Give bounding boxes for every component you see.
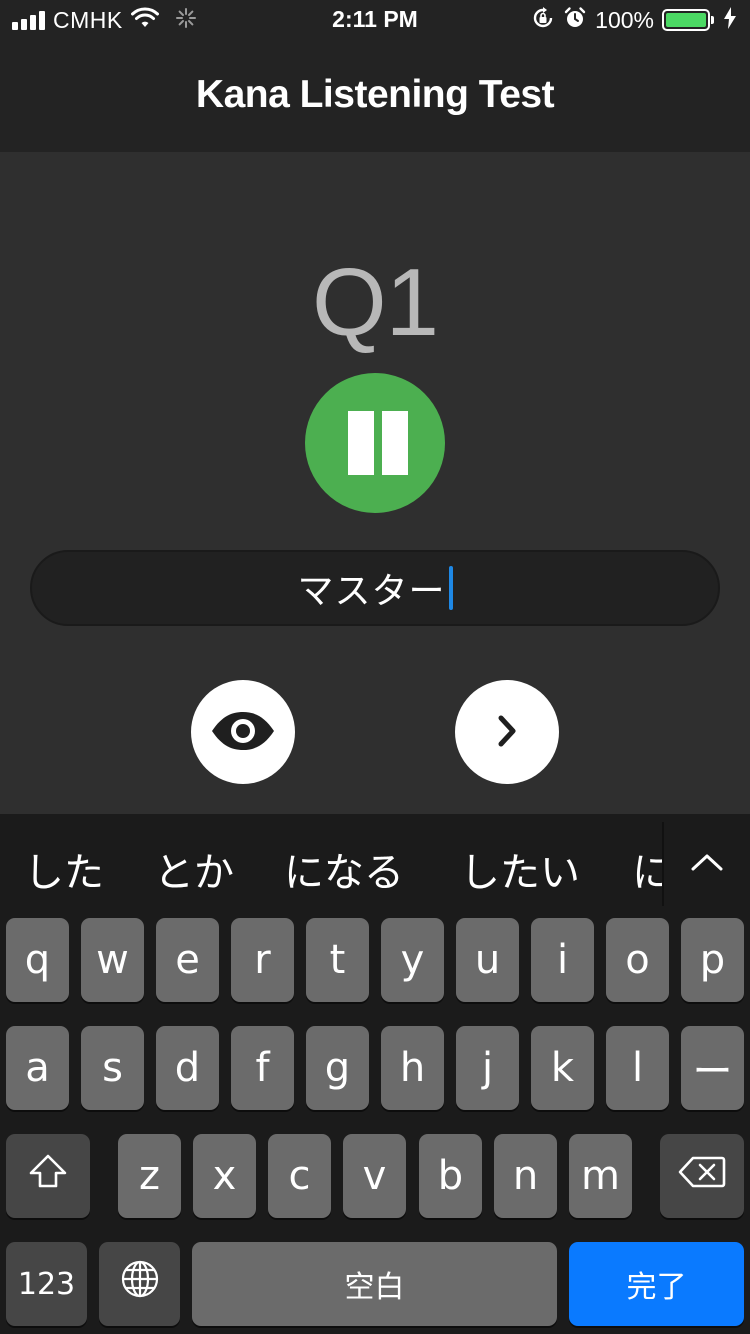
suggestion-item[interactable]: したい	[460, 840, 580, 898]
answer-text: マスター	[297, 571, 446, 612]
key-a[interactable]: a	[6, 1026, 69, 1110]
key-p[interactable]: p	[681, 918, 744, 1002]
key-long-vowel[interactable]: ー	[681, 1026, 744, 1110]
delete-key[interactable]	[660, 1134, 744, 1218]
suggestion-bar: した とか になる したい に	[0, 814, 750, 914]
done-key[interactable]: 完了	[569, 1242, 744, 1326]
key-q[interactable]: q	[6, 918, 69, 1002]
key-c[interactable]: c	[268, 1134, 331, 1218]
keyboard: した とか になる したい に q w e r t y u i o p a s …	[0, 814, 750, 1334]
key-m[interactable]: m	[569, 1134, 632, 1218]
shift-icon	[28, 1153, 68, 1199]
key-t[interactable]: t	[306, 918, 369, 1002]
key-y[interactable]: y	[381, 918, 444, 1002]
key-o[interactable]: o	[606, 918, 669, 1002]
reveal-answer-button[interactable]	[191, 680, 295, 784]
next-question-button[interactable]	[455, 680, 559, 784]
key-h[interactable]: h	[381, 1026, 444, 1110]
text-caret	[448, 566, 453, 610]
globe-icon	[120, 1259, 160, 1309]
key-b[interactable]: b	[419, 1134, 482, 1218]
eye-icon	[210, 711, 276, 754]
key-d[interactable]: d	[156, 1026, 219, 1110]
key-x[interactable]: x	[193, 1134, 256, 1218]
suggestion-item[interactable]: した	[24, 840, 104, 898]
key-l[interactable]: l	[606, 1026, 669, 1110]
suggestion-item[interactable]: に	[632, 840, 662, 898]
key-z[interactable]: z	[118, 1134, 181, 1218]
play-pause-button[interactable]	[305, 373, 445, 513]
orientation-lock-icon	[531, 6, 555, 35]
numbers-key[interactable]: 123	[6, 1242, 87, 1326]
chevron-right-icon	[494, 713, 520, 752]
battery-icon	[662, 9, 714, 31]
backspace-icon	[678, 1153, 726, 1199]
shift-key[interactable]	[6, 1134, 90, 1218]
key-r[interactable]: r	[231, 918, 294, 1002]
key-w[interactable]: w	[81, 918, 144, 1002]
key-e[interactable]: e	[156, 918, 219, 1002]
suggestion-item[interactable]: とか	[154, 840, 234, 898]
page-title: Kana Listening Test	[195, 73, 555, 116]
battery-percent: 100%	[595, 6, 654, 33]
answer-input[interactable]: マスター	[30, 550, 720, 626]
nav-bar: Kana Listening Test	[0, 40, 750, 152]
globe-key[interactable]	[99, 1242, 180, 1326]
question-number: Q1	[311, 249, 439, 356]
key-s[interactable]: s	[81, 1026, 144, 1110]
key-v[interactable]: v	[343, 1134, 406, 1218]
status-right: 100%	[531, 6, 736, 34]
key-k[interactable]: k	[531, 1026, 594, 1110]
charging-bolt-icon	[724, 6, 736, 34]
key-i[interactable]: i	[531, 918, 594, 1002]
alarm-icon	[563, 6, 587, 35]
key-g[interactable]: g	[306, 1026, 369, 1110]
key-f[interactable]: f	[231, 1026, 294, 1110]
chevron-up-icon	[690, 852, 724, 877]
key-u[interactable]: u	[456, 918, 519, 1002]
expand-suggestions-button[interactable]	[664, 814, 750, 914]
space-key[interactable]: 空白	[192, 1242, 557, 1326]
key-n[interactable]: n	[494, 1134, 557, 1218]
status-bar: CMHK 2:11 PM 100%	[0, 0, 750, 40]
key-j[interactable]: j	[456, 1026, 519, 1110]
suggestion-item[interactable]: になる	[284, 840, 404, 898]
